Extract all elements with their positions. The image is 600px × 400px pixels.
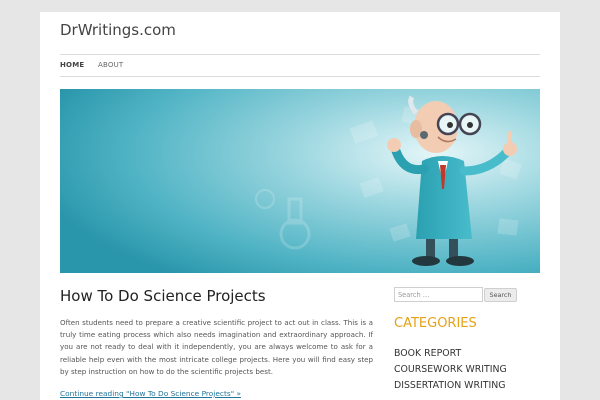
category-item-book-report[interactable]: BOOK REPORT	[394, 348, 461, 359]
search-input[interactable]	[394, 287, 483, 302]
category-item-coursework-writing[interactable]: COURSEWORK WRITING	[394, 364, 507, 375]
nav-item-about[interactable]: ABOUT	[98, 61, 123, 69]
post-title[interactable]: How To Do Science Projects	[60, 287, 266, 305]
nav-divider-bottom	[60, 76, 540, 77]
hero-banner	[60, 89, 540, 273]
continue-reading-link[interactable]: Continue reading "How To Do Science Proj…	[60, 389, 241, 398]
site-title[interactable]: DrWritings.com	[60, 21, 176, 39]
categories-heading: CATEGORIES	[394, 316, 477, 331]
nav-divider-top	[60, 54, 540, 55]
post-excerpt: Often students need to prepare a creativ…	[60, 318, 373, 376]
page: DrWritings.com HOME ABOUT How To Do Scie…	[40, 12, 560, 400]
hero-illustration	[60, 89, 540, 273]
search-button[interactable]: Search	[484, 288, 517, 302]
nav-item-home[interactable]: HOME	[60, 61, 84, 69]
category-item-dissertation-writing[interactable]: DISSERTATION WRITING	[394, 380, 506, 391]
